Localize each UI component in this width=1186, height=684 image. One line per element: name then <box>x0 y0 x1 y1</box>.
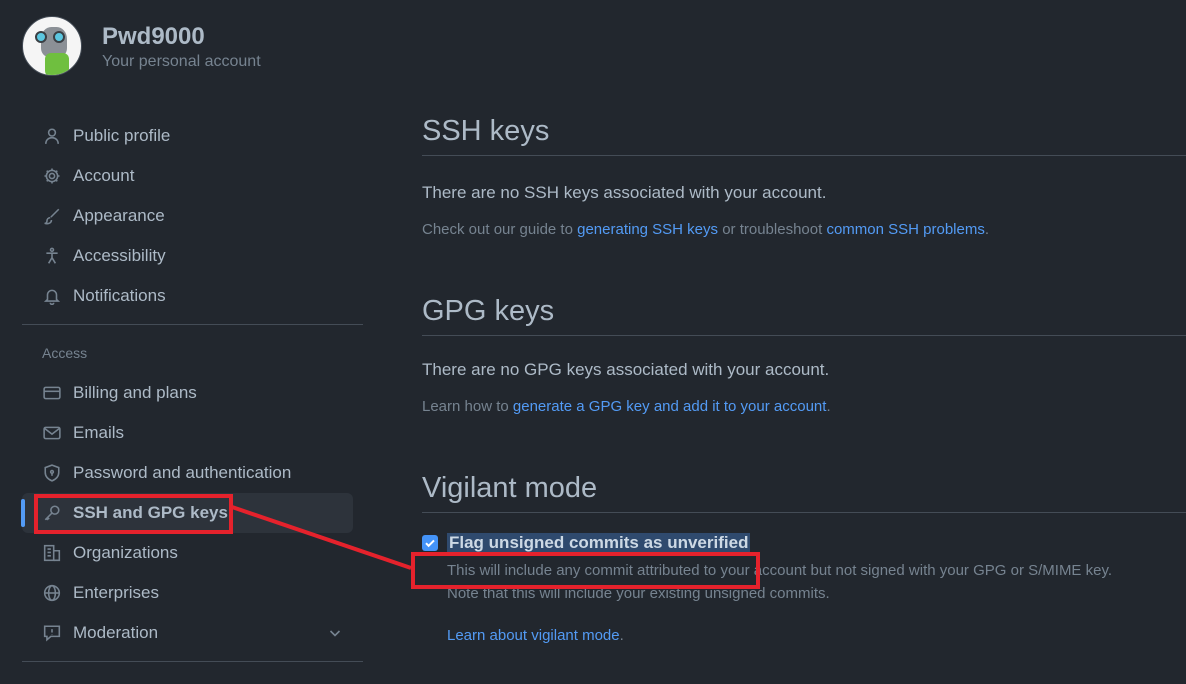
annotation-arrow <box>231 505 412 570</box>
